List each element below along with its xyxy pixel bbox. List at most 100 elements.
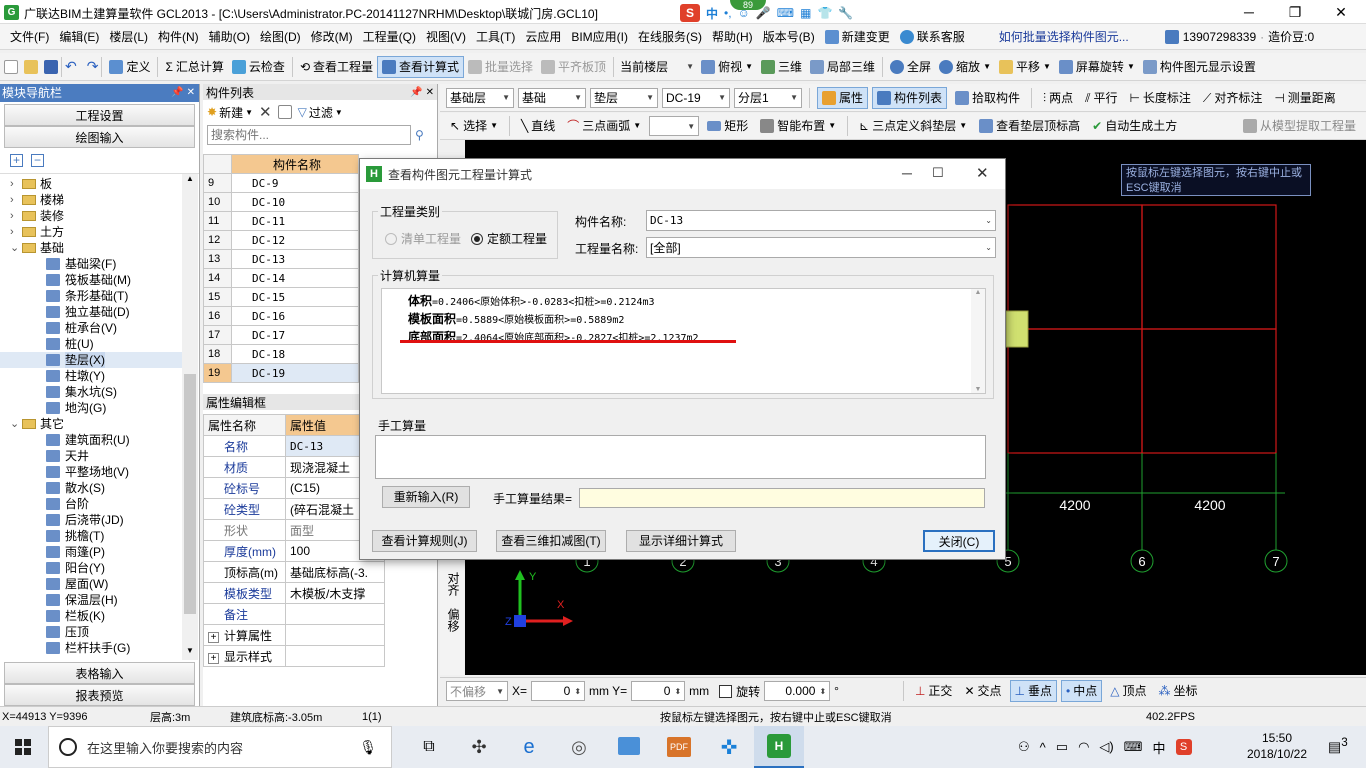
prop-row[interactable]: 顶标高(m) 基础底标高(-3. [203, 561, 385, 583]
tree-item[interactable]: 保温层(H) [0, 592, 182, 608]
qq-browser-icon[interactable]: ◎ [554, 737, 604, 758]
tree-item[interactable]: 阳台(Y) [0, 560, 182, 576]
new-file-icon[interactable] [4, 59, 18, 74]
dialog-close-icon[interactable]: ✕ [976, 164, 989, 182]
menu-item[interactable]: 绘图(D) [256, 24, 305, 50]
table-row[interactable]: 13 DC-13 [203, 249, 359, 269]
battery-icon[interactable]: ▭ [1056, 739, 1068, 755]
comp-name-select[interactable]: DC-13 ⌄ [646, 210, 996, 231]
tree-item[interactable]: 基础梁(F) [0, 256, 182, 272]
gcl-app-icon[interactable]: H [754, 726, 804, 768]
new-change-menu[interactable]: 新建变更 [824, 28, 890, 45]
table-row[interactable]: 10 DC-10 [203, 192, 359, 212]
align-mark-button[interactable]: ⟋ 对齐标注 [1199, 87, 1266, 109]
prop-value-cell[interactable]: 基础底标高(-3. [285, 561, 385, 583]
minimize-button[interactable]: ─ [1226, 0, 1272, 24]
tree-item[interactable]: 桩(U) [0, 336, 182, 352]
smart-place-button[interactable]: 智能布置 ▼ [756, 115, 840, 137]
parallel-button[interactable]: ⫽ 平行 [1081, 87, 1121, 109]
ime-chinese-icon[interactable]: 中 [706, 5, 718, 22]
menu-item[interactable]: 文件(F) [6, 24, 53, 50]
collapse-all-icon[interactable]: − [31, 154, 44, 167]
attribute-button[interactable]: 属性 [817, 86, 869, 109]
comp-name-cell[interactable]: DC-19 [231, 363, 359, 383]
tree-scrollbar[interactable]: ▲ ▼ [182, 174, 198, 660]
view-3d-deduct-button[interactable]: 查看三维扣减图(T) [496, 530, 606, 552]
ime-punct-icon[interactable]: •, [724, 6, 732, 20]
flat-roof-button[interactable]: 平齐板顶 [537, 56, 610, 78]
tree-item[interactable]: 后浇带(JD) [0, 512, 182, 528]
ime-toolbar[interactable]: S 中 •, ☺ 🎤 ⌨ ▦ 👕 🔧 [680, 4, 853, 22]
tree-item[interactable]: 条形基础(T) [0, 288, 182, 304]
rotate-screen-button[interactable]: 屏幕旋转 ▼ [1055, 56, 1139, 78]
pad-element[interactable] [1005, 310, 1029, 348]
tree-item[interactable]: ⌄ 其它 [0, 416, 182, 432]
prop-value-cell[interactable]: 木模板/木支撑 [285, 582, 385, 604]
qty-name-select[interactable]: [全部] ⌄ [646, 237, 996, 258]
delete-icon[interactable]: ✕ [259, 103, 272, 121]
wrench-icon[interactable]: 🔧 [838, 6, 853, 20]
dialog-maximize-icon[interactable]: ☐ [932, 165, 944, 181]
prop-row[interactable]: 砼标号 (C15) [203, 477, 385, 499]
scroll-thumb[interactable] [184, 374, 196, 614]
prop-row[interactable]: 厚度(mm) 100 [203, 540, 385, 562]
pin-close-icon[interactable]: 📌 ✕ [171, 84, 199, 102]
dialog-close-button[interactable]: 关闭(C) [923, 530, 995, 552]
tree-item[interactable]: 压顶 [0, 624, 182, 640]
keyboard-icon[interactable]: ⌨ [777, 6, 794, 20]
tree-item[interactable]: 栏杆扶手(G) [0, 640, 182, 656]
tree-expander-icon[interactable]: ⌄ [10, 416, 22, 432]
tree-expander-icon[interactable]: › [10, 224, 22, 240]
tree-item[interactable]: 桩承台(V) [0, 320, 182, 336]
table-row[interactable]: 18 DC-18 [203, 344, 359, 364]
top-view-button[interactable]: 俯视 ▼ [697, 56, 757, 78]
offset-mode-select[interactable]: 不偏移 ▼ [446, 681, 508, 701]
ortho-button[interactable]: ⊥ 正交 [911, 680, 956, 702]
comp-name-cell[interactable]: DC-13 [231, 249, 359, 269]
volume-icon[interactable]: ◁) [1099, 739, 1113, 755]
three-d-button[interactable]: 三维 [757, 56, 806, 78]
view-rules-button[interactable]: 查看计算规则(J) [372, 530, 477, 552]
redo-icon[interactable]: ↷ [87, 58, 99, 75]
tree-item[interactable]: › 板 [0, 176, 182, 192]
formula-textarea[interactable]: 体积=0.2406<原始体积>-0.0283<扣桩>=0.2124m3 模板面积=… [381, 288, 986, 394]
table-row[interactable]: 12 DC-12 [203, 230, 359, 250]
tree-item[interactable]: 台阶 [0, 496, 182, 512]
menu-item[interactable]: 在线服务(S) [634, 24, 706, 50]
comp-search-input[interactable] [207, 125, 411, 145]
batch-select-button[interactable]: 批量选择 [464, 56, 537, 78]
comp-name-cell[interactable]: DC-17 [231, 325, 359, 345]
tree-item[interactable]: › 土方 [0, 224, 182, 240]
close-button[interactable]: ✕ [1318, 0, 1364, 24]
radio-quota[interactable]: 定额工程量 [471, 230, 547, 247]
sum-calc-button[interactable]: Σ 汇总计算 [161, 56, 227, 78]
mid-button[interactable]: • 中点 [1060, 680, 1103, 702]
comp-name-cell[interactable]: DC-11 [231, 211, 359, 231]
comp-name-cell[interactable]: DC-12 [231, 230, 359, 250]
restore-button[interactable]: ❐ [1272, 0, 1318, 24]
shirt-icon[interactable]: 👕 [817, 6, 832, 20]
menu-item[interactable]: 楼层(L) [105, 24, 152, 50]
save-icon[interactable] [44, 59, 58, 74]
menu-item[interactable]: 云应用 [521, 24, 565, 50]
show-detail-button[interactable]: 显示详细计算式 [626, 530, 736, 552]
comp-name-cell[interactable]: DC-18 [231, 344, 359, 364]
menu-item[interactable]: 构件(N) [154, 24, 203, 50]
scroll-up-icon[interactable]: ▲ [971, 289, 985, 296]
tree-expander-icon[interactable]: › [10, 176, 22, 192]
y-input[interactable]: 0 ⬍ [631, 681, 686, 701]
emoji-icon[interactable]: ☺ [738, 6, 750, 20]
menu-item[interactable]: 帮助(H) [708, 24, 757, 50]
sogou-tray-icon[interactable]: S [1175, 739, 1192, 755]
align-button[interactable]: 对齐 [445, 572, 462, 596]
tree-item[interactable]: 散水(S) [0, 480, 182, 496]
ime-indicator[interactable]: 中 [1153, 738, 1166, 757]
tree-item[interactable]: ⌄ 基础 [0, 240, 182, 256]
pan-button[interactable]: 平移 ▼ [995, 56, 1055, 78]
open-icon[interactable] [24, 59, 38, 74]
table-row[interactable]: 19 DC-19 [203, 363, 359, 383]
manual-result-field[interactable] [579, 488, 985, 508]
vertex-button[interactable]: △ 顶点 [1106, 680, 1150, 702]
tree-item[interactable]: 柱墩(Y) [0, 368, 182, 384]
zoom-button[interactable]: 缩放 ▼ [935, 56, 995, 78]
